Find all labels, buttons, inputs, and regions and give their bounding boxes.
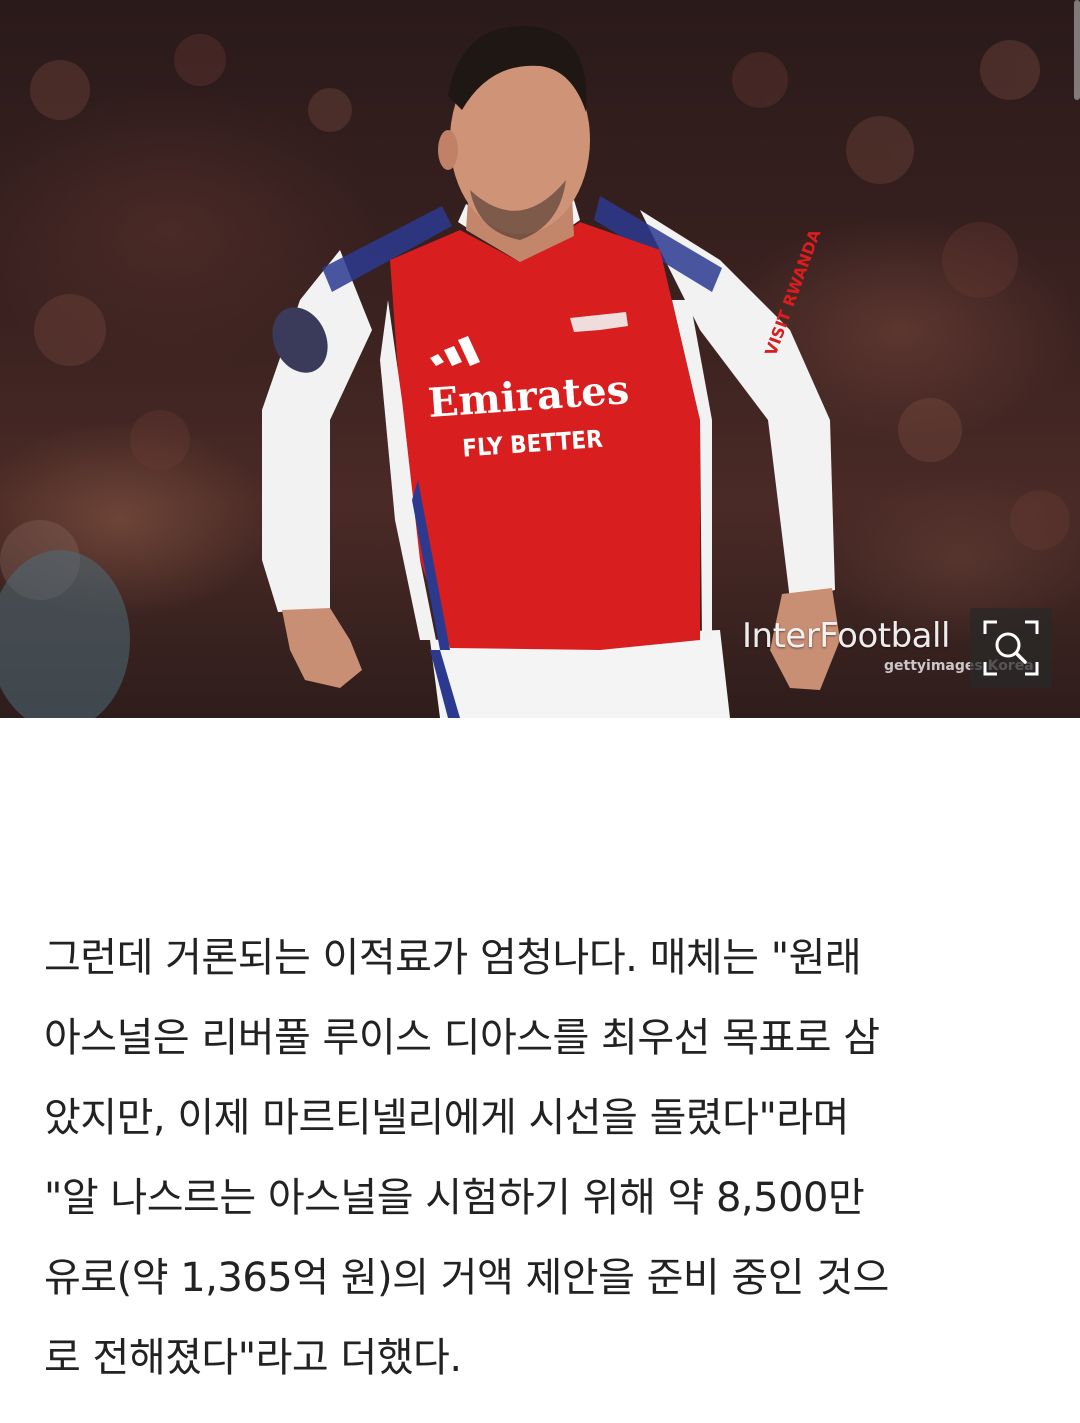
article-line: "알 나스르는 아스널을 시험하기 위해 약 8,500만 bbox=[44, 1175, 865, 1221]
article-line: 유로(약 1,365억 원)의 거액 제안을 준비 중인 것으 bbox=[44, 1255, 889, 1301]
article-line: 그런데 거론되는 이적료가 엄청나다. 매체는 "원래 bbox=[44, 935, 862, 981]
player-illustration: Emirates FLY BETTER VISIT RWANDA bbox=[0, 25, 1070, 718]
article-line: 아스널은 리버풀 루이스 디아스를 최우선 목표로 삼 bbox=[44, 1015, 880, 1061]
article-line: 로 전해졌다"라고 더했다. bbox=[44, 1335, 462, 1381]
article-line: 았지만, 이제 마르티넬리에게 시선을 돌렸다"라며 bbox=[44, 1095, 849, 1141]
zoom-image-button[interactable] bbox=[970, 608, 1052, 688]
article-photo[interactable]: Emirates FLY BETTER VISIT RWANDA InterFo… bbox=[0, 0, 1080, 718]
article-body: 그런데 거론되는 이적료가 엄청나다. 매체는 "원래 아스널은 리버풀 루이스… bbox=[44, 918, 1040, 1398]
zoom-expand-icon bbox=[983, 620, 1039, 676]
watermark-logo: InterFootball bbox=[742, 616, 950, 656]
scrollbar-thumb[interactable] bbox=[1074, 0, 1080, 100]
